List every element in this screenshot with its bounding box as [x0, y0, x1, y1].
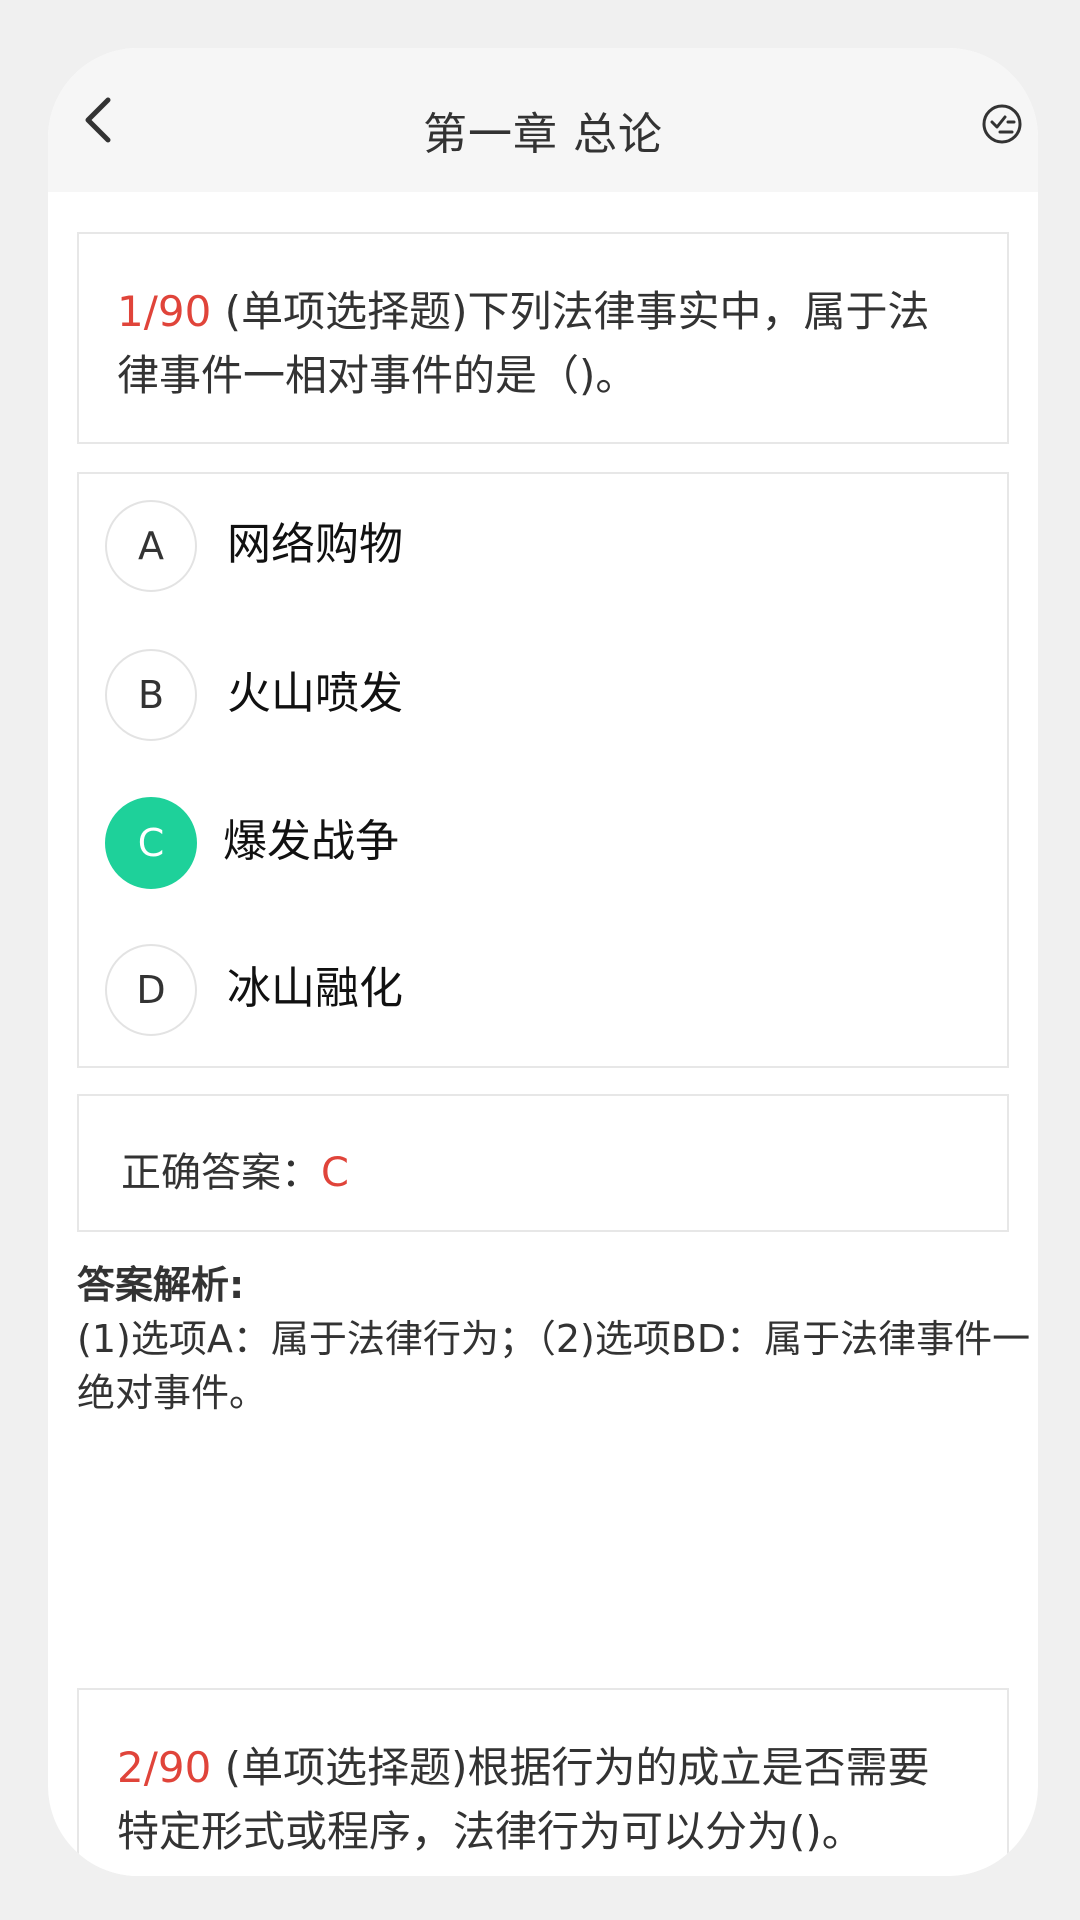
options-card: A 网络购物 B 火山喷发 C 爆发战争 D 冰山融化 — [77, 472, 1009, 1068]
question-number: 2/90 — [117, 1743, 212, 1792]
phone-screen: 第一章 总论 1/90 (单项选择题)下列法律事实中，属于法律事件一相对事件的是… — [48, 48, 1038, 1876]
question-body: (单项选择题)根据行为的成立是否需要特定形式或程序，法律行为可以分为()。 — [117, 1743, 930, 1856]
option-label: 冰山融化 — [227, 963, 403, 1014]
option-label: 火山喷发 — [227, 668, 403, 719]
question-body: (单项选择题)下列法律事实中，属于法律事件一相对事件的是（)。 — [117, 287, 930, 400]
answer-sheet-button[interactable] — [980, 102, 1024, 146]
question-text: 1/90 (单项选择题)下列法律事实中，属于法律事件一相对事件的是（)。 — [117, 280, 957, 408]
answer-analysis: 答案解析: (1)选项A：属于法律行为；（2)选项BD：属于法律事件一绝对事件。 — [77, 1258, 1037, 1420]
option-b[interactable]: B 火山喷发 — [105, 649, 965, 749]
question-number: 1/90 — [117, 287, 212, 336]
option-letter: A — [105, 500, 197, 592]
answer-value: C — [321, 1150, 349, 1196]
option-letter-selected: C — [105, 797, 197, 889]
answer-label: 正确答案： — [121, 1150, 321, 1196]
option-letter: B — [105, 649, 197, 741]
question-text: 2/90 (单项选择题)根据行为的成立是否需要特定形式或程序，法律行为可以分为(… — [117, 1736, 957, 1864]
option-letter: D — [105, 944, 197, 1036]
checklist-icon — [982, 104, 1022, 144]
option-c[interactable]: C 爆发战争 — [105, 797, 965, 897]
option-label: 爆发战争 — [223, 816, 399, 867]
option-d[interactable]: D 冰山融化 — [105, 944, 965, 1044]
option-a[interactable]: A 网络购物 — [105, 500, 965, 600]
app-header: 第一章 总论 — [48, 48, 1038, 192]
analysis-text: (1)选项A：属于法律行为；（2)选项BD：属于法律事件一绝对事件。 — [77, 1317, 1031, 1415]
question-card: 1/90 (单项选择题)下列法律事实中，属于法律事件一相对事件的是（)。 — [77, 232, 1009, 444]
option-label: 网络购物 — [227, 519, 403, 570]
analysis-title: 答案解析: — [77, 1263, 245, 1307]
correct-answer-card: 正确答案：C — [77, 1094, 1009, 1232]
question-card-next: 2/90 (单项选择题)根据行为的成立是否需要特定形式或程序，法律行为可以分为(… — [77, 1688, 1009, 1876]
correct-answer: 正确答案：C — [121, 1140, 349, 1198]
page-title: 第一章 总论 — [423, 109, 663, 160]
